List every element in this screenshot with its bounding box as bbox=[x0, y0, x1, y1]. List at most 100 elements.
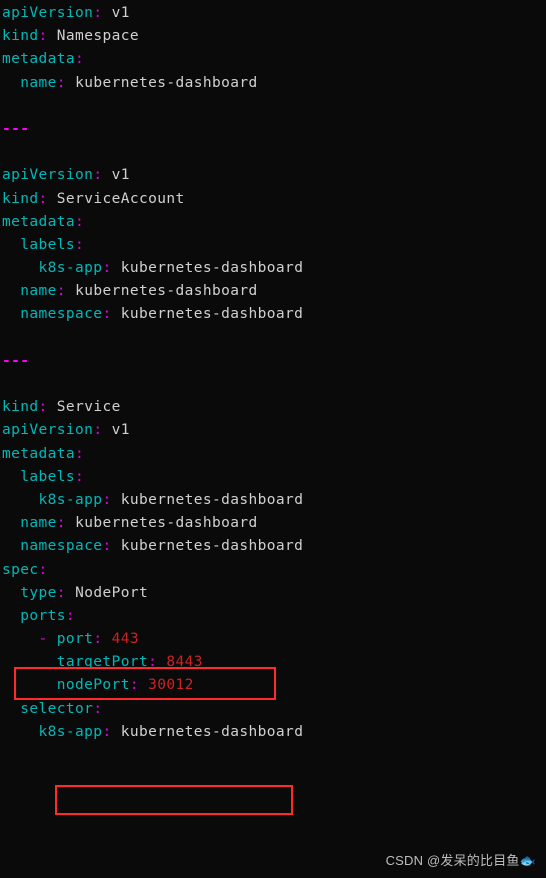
token-col: : bbox=[75, 214, 84, 230]
token-val bbox=[2, 283, 20, 299]
token-col: : bbox=[148, 654, 157, 670]
code-line: ports: bbox=[2, 608, 75, 624]
token-val: ServiceAccount bbox=[48, 191, 185, 207]
token-val bbox=[2, 75, 20, 91]
token-key: apiVersion bbox=[2, 167, 93, 183]
code-line: k8s-app: kubernetes-dashboard bbox=[2, 724, 303, 740]
token-col: : bbox=[57, 515, 66, 531]
token-dash: - bbox=[39, 631, 57, 647]
token-val bbox=[2, 538, 20, 554]
code-line: name: kubernetes-dashboard bbox=[2, 283, 258, 299]
code-line: --- bbox=[2, 121, 29, 137]
token-val: v1 bbox=[102, 167, 129, 183]
token-key: ports bbox=[20, 608, 66, 624]
token-key: metadata bbox=[2, 214, 75, 230]
code-line: name: kubernetes-dashboard bbox=[2, 75, 258, 91]
code-line: apiVersion: v1 bbox=[2, 422, 130, 438]
token-key: kind bbox=[2, 191, 39, 207]
code-line: labels: bbox=[2, 237, 84, 253]
token-val bbox=[2, 677, 57, 693]
token-key: labels bbox=[20, 237, 75, 253]
token-col: : bbox=[75, 446, 84, 462]
token-key: nodePort bbox=[57, 677, 130, 693]
token-col: : bbox=[102, 538, 111, 554]
token-val: kubernetes-dashboard bbox=[66, 283, 258, 299]
token-val bbox=[2, 724, 39, 740]
token-col: : bbox=[39, 562, 48, 578]
token-val bbox=[2, 654, 57, 670]
token-val: Namespace bbox=[48, 28, 139, 44]
token-val: kubernetes-dashboard bbox=[112, 492, 304, 508]
token-col: : bbox=[66, 608, 75, 624]
token-val bbox=[2, 608, 20, 624]
token-key: name bbox=[20, 283, 57, 299]
token-col: : bbox=[102, 260, 111, 276]
token-key: kind bbox=[2, 28, 39, 44]
token-num: 443 bbox=[112, 631, 139, 647]
token-key: namespace bbox=[20, 306, 102, 322]
token-col: : bbox=[39, 191, 48, 207]
token-col: : bbox=[39, 399, 48, 415]
token-key: name bbox=[20, 75, 57, 91]
token-key: apiVersion bbox=[2, 5, 93, 21]
token-num: 8443 bbox=[166, 654, 203, 670]
token-val bbox=[157, 654, 166, 670]
token-num: 30012 bbox=[148, 677, 194, 693]
token-col: : bbox=[57, 283, 66, 299]
token-sep: --- bbox=[2, 353, 29, 369]
token-key: apiVersion bbox=[2, 422, 93, 438]
token-sep: --- bbox=[2, 121, 29, 137]
token-val bbox=[2, 585, 20, 601]
token-col: : bbox=[75, 51, 84, 67]
token-col: : bbox=[130, 677, 139, 693]
token-val: Service bbox=[48, 399, 121, 415]
token-val: kubernetes-dashboard bbox=[66, 75, 258, 91]
token-key: name bbox=[20, 515, 57, 531]
yaml-code-block: apiVersion: v1 kind: Namespace metadata:… bbox=[0, 0, 546, 767]
token-val: kubernetes-dashboard bbox=[112, 724, 304, 740]
code-line: metadata: bbox=[2, 446, 84, 462]
code-line: kind: ServiceAccount bbox=[2, 191, 185, 207]
token-key: port bbox=[57, 631, 94, 647]
token-val bbox=[2, 469, 20, 485]
token-col: : bbox=[93, 701, 102, 717]
token-col: : bbox=[39, 28, 48, 44]
code-line: targetPort: 8443 bbox=[2, 654, 203, 670]
token-key: selector bbox=[20, 701, 93, 717]
token-key: k8s-app bbox=[39, 260, 103, 276]
code-line: namespace: kubernetes-dashboard bbox=[2, 538, 303, 554]
token-col: : bbox=[102, 724, 111, 740]
token-val bbox=[2, 492, 39, 508]
code-line: namespace: kubernetes-dashboard bbox=[2, 306, 303, 322]
token-col: : bbox=[57, 75, 66, 91]
code-line: metadata: bbox=[2, 214, 84, 230]
token-val bbox=[2, 701, 20, 717]
code-line: metadata: bbox=[2, 51, 84, 67]
token-col: : bbox=[102, 306, 111, 322]
code-line: name: kubernetes-dashboard bbox=[2, 515, 258, 531]
token-key: type bbox=[20, 585, 57, 601]
token-col: : bbox=[102, 492, 111, 508]
code-line: --- bbox=[2, 353, 29, 369]
token-key: k8s-app bbox=[39, 724, 103, 740]
code-line: labels: bbox=[2, 469, 84, 485]
token-key: spec bbox=[2, 562, 39, 578]
token-col: : bbox=[75, 469, 84, 485]
token-val bbox=[102, 631, 111, 647]
token-key: kind bbox=[2, 399, 39, 415]
token-val: NodePort bbox=[66, 585, 148, 601]
token-val bbox=[2, 631, 39, 647]
token-val: kubernetes-dashboard bbox=[66, 515, 258, 531]
token-val bbox=[2, 237, 20, 253]
token-col: : bbox=[75, 237, 84, 253]
code-line: apiVersion: v1 bbox=[2, 5, 130, 21]
token-val bbox=[2, 306, 20, 322]
token-val: v1 bbox=[102, 422, 129, 438]
code-line: type: NodePort bbox=[2, 585, 148, 601]
token-val bbox=[2, 515, 20, 531]
token-col: : bbox=[57, 585, 66, 601]
token-val bbox=[2, 260, 39, 276]
code-line: kind: Namespace bbox=[2, 28, 139, 44]
token-val: kubernetes-dashboard bbox=[112, 260, 304, 276]
token-key: metadata bbox=[2, 51, 75, 67]
